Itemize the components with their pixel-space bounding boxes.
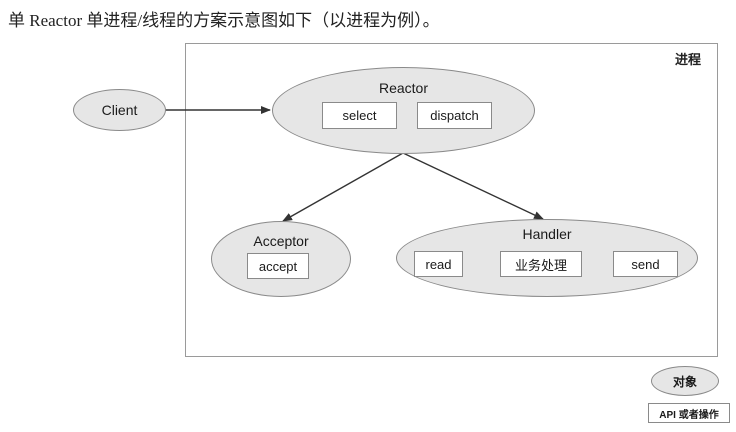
reactor-node: Reactor (272, 67, 535, 154)
client-label: Client (101, 102, 138, 118)
dispatch-box: dispatch (417, 102, 492, 129)
read-box: read (414, 251, 463, 277)
diagram-caption: 单 Reactor 单进程/线程的方案示意图如下（以进程为例）。 (8, 11, 440, 30)
reactor-title: Reactor (378, 80, 429, 96)
acceptor-title: Acceptor (253, 233, 309, 249)
handler-title: Handler (522, 226, 572, 242)
client-node: Client (73, 89, 166, 131)
accept-box: accept (247, 253, 309, 279)
send-box: send (613, 251, 678, 277)
process-label: 进程 (674, 52, 701, 67)
legend-api-operation: API 或者操作 (648, 403, 730, 423)
business-box: 业务处理 (500, 251, 582, 277)
select-box: select (322, 102, 397, 129)
legend-object: 对象 (651, 366, 719, 396)
